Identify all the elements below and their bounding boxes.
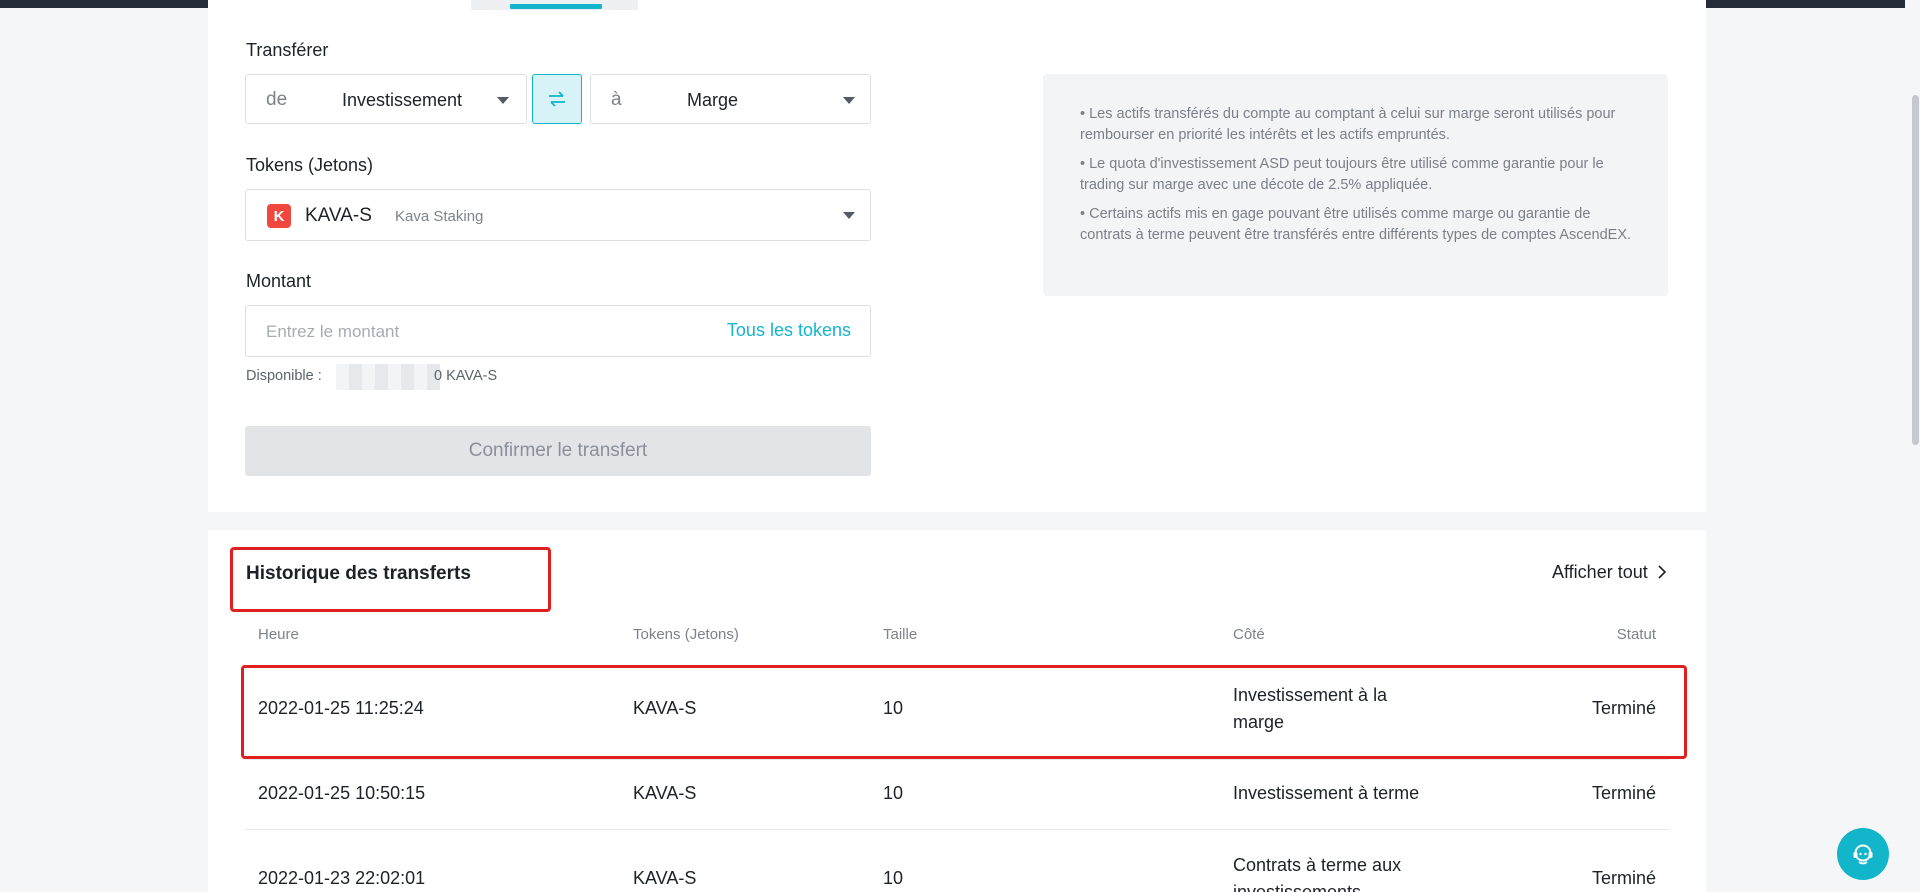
tab-segment[interactable]	[638, 0, 1706, 10]
chevron-down-icon	[843, 212, 855, 219]
all-tokens-link[interactable]: Tous les tokens	[727, 320, 851, 341]
headset-icon	[1853, 844, 1873, 865]
row-status: Terminé	[1591, 783, 1656, 803]
token-select[interactable]: K KAVA-S Kava Staking	[245, 189, 871, 241]
blurred-balance	[336, 364, 440, 390]
to-account-select[interactable]: à Marge	[590, 74, 871, 124]
row-size: 10	[883, 783, 904, 803]
chevron-down-icon	[843, 97, 855, 104]
chevron-down-icon	[497, 97, 509, 104]
swap-accounts-button[interactable]	[532, 74, 582, 124]
view-all-link[interactable]: Afficher tout	[1552, 562, 1667, 583]
amount-placeholder: Entrez le montant	[266, 322, 400, 341]
amount-label: Montant	[246, 271, 312, 291]
row-size: 10	[883, 868, 904, 888]
to-value: Marge	[687, 90, 739, 110]
column-header-size: Taille	[883, 626, 918, 643]
info-line: • Certains actifs mis en gage pouvant êt…	[1080, 206, 1632, 243]
column-header-time: Heure	[258, 626, 299, 643]
row-token: KAVA-S	[633, 783, 697, 803]
to-prefix: à	[611, 89, 622, 110]
support-chat-button[interactable]	[1837, 828, 1889, 880]
column-header-tokens: Tokens (Jetons)	[633, 626, 739, 643]
scrollbar-thumb[interactable]	[1912, 95, 1919, 445]
info-notice: • Les actifs transférés du compte au com…	[1043, 74, 1668, 296]
transfer-label: Transférer	[246, 40, 329, 60]
highlight-box	[230, 547, 551, 612]
tab-strip	[208, 0, 1706, 10]
info-line: • Le quota d'investissement ASD peut tou…	[1080, 156, 1604, 193]
tab-segment[interactable]	[208, 0, 471, 10]
available-label: Disponible :	[246, 368, 322, 384]
highlight-box	[241, 665, 1687, 759]
kava-token-icon: K	[267, 204, 291, 228]
row-status: Terminé	[1591, 868, 1656, 888]
token-name: Kava Staking	[395, 208, 484, 225]
amount-input[interactable]: Entrez le montant Tous les tokens	[245, 305, 871, 357]
row-time: 2022-01-23 22:02:01	[258, 868, 426, 888]
chevron-right-icon	[1658, 565, 1666, 579]
active-tab-indicator	[510, 4, 602, 9]
row-token: KAVA-S	[633, 868, 697, 888]
token-symbol: KAVA-S	[305, 205, 372, 226]
available-balance: 0 KAVA-S	[434, 368, 498, 384]
row-divider	[245, 829, 1669, 830]
column-header-status: Statut	[1616, 626, 1656, 643]
tokens-label: Tokens (Jetons)	[246, 155, 374, 175]
from-prefix: de	[266, 89, 288, 110]
confirm-transfer-button[interactable]: Confirmer le transfert	[245, 426, 871, 476]
column-header-side: Côté	[1233, 626, 1265, 643]
swap-icon	[549, 91, 565, 107]
info-line: • Les actifs transférés du compte au com…	[1080, 106, 1616, 143]
from-value: Investissement	[342, 90, 463, 110]
row-time: 2022-01-25 10:50:15	[258, 783, 426, 803]
row-divider	[245, 759, 1669, 760]
row-side: Contrats à terme aux investissements	[1233, 855, 1402, 892]
row-side: Investissement à terme	[1233, 783, 1420, 803]
view-all-label: Afficher tout	[1552, 562, 1648, 582]
from-account-select[interactable]: de Investissement	[245, 74, 527, 124]
